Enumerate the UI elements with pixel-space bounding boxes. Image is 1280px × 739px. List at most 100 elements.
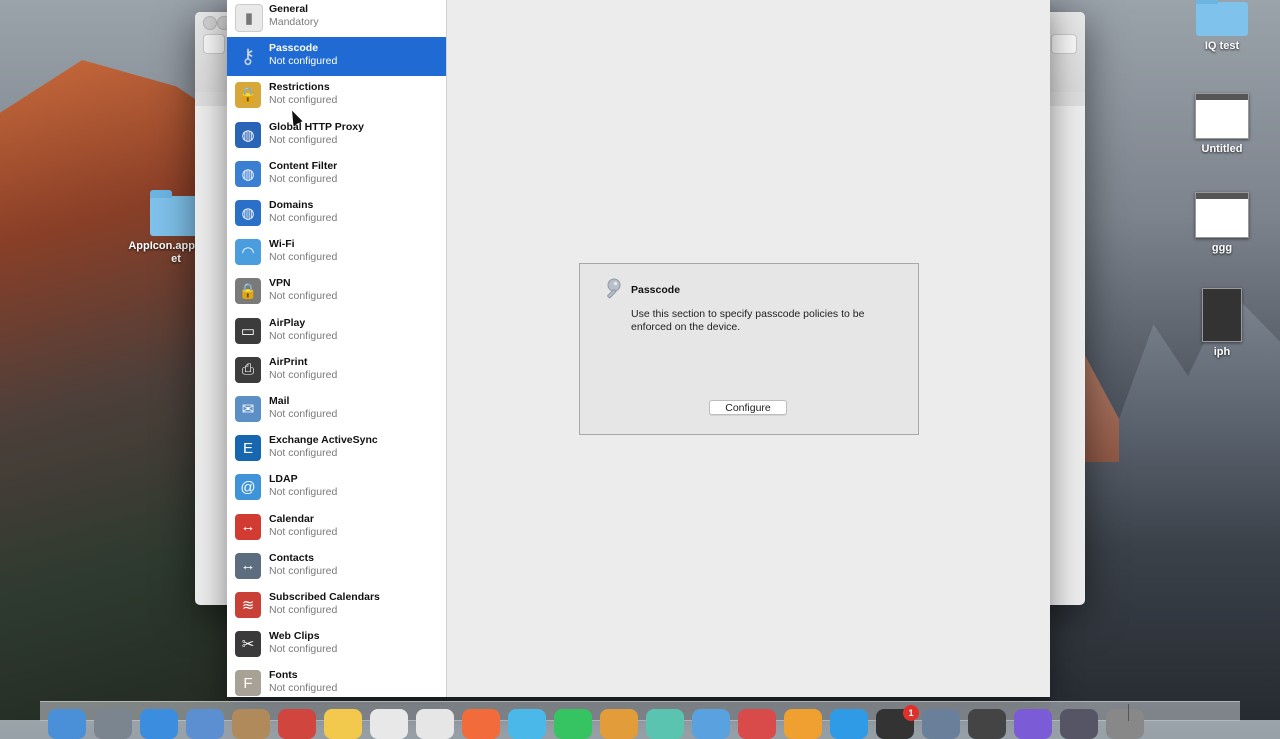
sidebar-item-status: Not configured <box>269 329 338 342</box>
sidebar-item-title: Mail <box>269 395 290 407</box>
sidebar-item-general[interactable]: ▮ General Mandatory <box>227 0 446 37</box>
dock-separator <box>1128 704 1129 721</box>
dock-app-icon[interactable] <box>1106 709 1144 739</box>
sidebar-item-status: Mandatory <box>269 16 319 28</box>
desktop-icon-label: IQ test <box>1204 40 1240 52</box>
sidebar-item-title: AirPrint <box>269 355 308 368</box>
dock-app-icon[interactable] <box>554 709 592 739</box>
dock-app-icon[interactable] <box>646 709 684 739</box>
sidebar-item-title: General <box>269 3 309 15</box>
dock-app-icon[interactable] <box>830 709 868 739</box>
lock-icon: 🔒 <box>235 82 261 109</box>
sidebar-item-status: Not configured <box>269 447 338 460</box>
sidebar-item-status: Not configured <box>269 212 338 224</box>
sidebar-item-calendar[interactable]: ↔ Calendar Not configured <box>227 508 446 547</box>
sidebar-item-status: Not configured <box>269 682 338 695</box>
dock <box>40 701 1240 739</box>
section-description: Use this section to specify passcode pol… <box>631 308 865 333</box>
sidebar-item-status: Not configured <box>269 172 338 185</box>
passcode-section: Passcode Use this section to specify pas… <box>579 263 919 435</box>
dock-app-icon[interactable] <box>1014 709 1052 739</box>
dock-app-icon[interactable] <box>140 709 178 739</box>
sidebar-item-vpn[interactable]: 🔒 VPN Not configured <box>227 272 446 311</box>
desktop-icon-iph[interactable]: iph <box>1194 288 1250 358</box>
sidebar-item-status: Not configured <box>269 604 338 616</box>
sidebar-item-status: Not configured <box>269 290 338 303</box>
sidebar-item-title: Global HTTP Proxy <box>269 120 364 133</box>
switch-icon: ▮ <box>235 4 263 32</box>
calendar-icon: ↔ <box>235 513 261 540</box>
sidebar-item-fonts[interactable]: F Fonts Not configured <box>227 664 446 697</box>
sidebar-item-title: Subscribed Calendars <box>269 591 380 603</box>
dock-app-icon[interactable] <box>1060 709 1098 739</box>
sidebar-item-ldap[interactable]: @ LDAP Not configured <box>227 468 446 507</box>
desktop-icon-ggg[interactable]: ggg <box>1194 192 1250 254</box>
dock-app-icon[interactable] <box>600 709 638 739</box>
font-icon: F <box>235 670 261 697</box>
sidebar-item-restrictions[interactable]: 🔒 Restrictions Not configured <box>227 76 446 115</box>
dock-app-icon[interactable] <box>784 709 822 739</box>
sidebar-item-subscribed-calendars[interactable]: ≋ Subscribed Calendars Not configured <box>227 586 446 625</box>
vpn-lock-icon: 🔒 <box>235 278 261 305</box>
airplay-icon: ▭ <box>235 317 261 344</box>
sidebar-item-title: Contacts <box>269 551 314 564</box>
sidebar-item-airplay[interactable]: ▭ AirPlay Not configured <box>227 312 446 351</box>
sidebar-item-status: Not configured <box>269 643 338 656</box>
sidebar-item-global-http-proxy[interactable]: ◍ Global HTTP Proxy Not configured <box>227 116 446 155</box>
dock-app-icon[interactable] <box>738 709 776 739</box>
detail-pane: Passcode Use this section to specify pas… <box>447 0 1050 697</box>
sidebar-item-title: AirPlay <box>269 316 306 329</box>
sidebar-item-title: Fonts <box>269 669 298 682</box>
desktop-icon-untitled[interactable]: Untitled <box>1194 93 1250 155</box>
sidebar-item-airprint[interactable]: ⎙ AirPrint Not configured <box>227 351 446 390</box>
dock-app-icon[interactable] <box>48 709 86 739</box>
sidebar-item-title: Wi-Fi <box>269 238 295 251</box>
section-title: Passcode <box>631 284 681 296</box>
sidebar-item-mail[interactable]: ✉ Mail Not configured <box>227 390 446 429</box>
sidebar-item-title: Web Clips <box>269 630 320 643</box>
dock-app-icon[interactable] <box>508 709 546 739</box>
dock-app-icon[interactable] <box>94 709 132 739</box>
sidebar-item-domains[interactable]: ◍ Domains Not configured <box>227 194 446 233</box>
sidebar-item-status: Not configured <box>269 486 338 499</box>
dock-app-icon[interactable] <box>186 709 224 739</box>
dock-app-icon[interactable] <box>232 709 270 739</box>
sidebar-item-exchange-activesync[interactable]: E Exchange ActiveSync Not configured <box>227 429 446 468</box>
back-button[interactable] <box>203 34 225 54</box>
mail-icon: ✉ <box>235 396 261 422</box>
scissors-icon: ✂ <box>235 631 261 658</box>
dock-app-icon[interactable] <box>416 709 454 739</box>
key-icon <box>598 276 624 302</box>
sidebar-item-title: VPN <box>269 277 291 290</box>
sidebar-item-title: LDAP <box>269 473 298 486</box>
dock-app-icon[interactable] <box>324 709 362 739</box>
close-button[interactable] <box>203 16 217 30</box>
sidebar-item-title: Restrictions <box>269 81 330 94</box>
contacts-icon: ↔ <box>235 552 261 579</box>
folder-icon <box>1196 0 1248 36</box>
sidebar-item-status: Not configured <box>269 133 338 146</box>
dock-app-icon[interactable] <box>968 709 1006 739</box>
dock-app-icon[interactable] <box>278 709 316 739</box>
sidebar-item-title: Domains <box>269 199 314 211</box>
desktop-icon-iq-test[interactable]: IQ test <box>1194 0 1250 52</box>
desktop-icon-label: ggg <box>1211 242 1233 254</box>
notification-badge: 1 <box>903 705 919 721</box>
sidebar-item-title: Exchange ActiveSync <box>269 434 378 447</box>
configure-button[interactable]: Configure <box>709 400 787 415</box>
key-icon: ⚷ <box>240 45 256 68</box>
sidebar-item-content-filter[interactable]: ◍ Content Filter Not configured <box>227 155 446 194</box>
dock-app-icon[interactable] <box>692 709 730 739</box>
sidebar-item-wi-fi[interactable]: ◠ Wi-Fi Not configured <box>227 233 446 272</box>
globe-icon: ◍ <box>235 121 261 148</box>
dock-app-icon[interactable] <box>922 709 960 739</box>
sidebar-item-web-clips[interactable]: ✂ Web Clips Not configured <box>227 625 446 664</box>
dock-app-icon[interactable] <box>462 709 500 739</box>
dock-app-icon[interactable] <box>370 709 408 739</box>
toolbar-field[interactable] <box>1051 34 1077 54</box>
sidebar-item-contacts[interactable]: ↔ Contacts Not configured <box>227 547 446 586</box>
sidebar-item-status: Not configured <box>269 251 338 264</box>
profile-editor-window: ▮ General Mandatory ⚷ Passcode Not configured… <box>227 0 1050 697</box>
sidebar-item-passcode[interactable]: ⚷ Passcode Not configured <box>227 37 446 77</box>
sidebar-item-title: Calendar <box>269 512 314 525</box>
